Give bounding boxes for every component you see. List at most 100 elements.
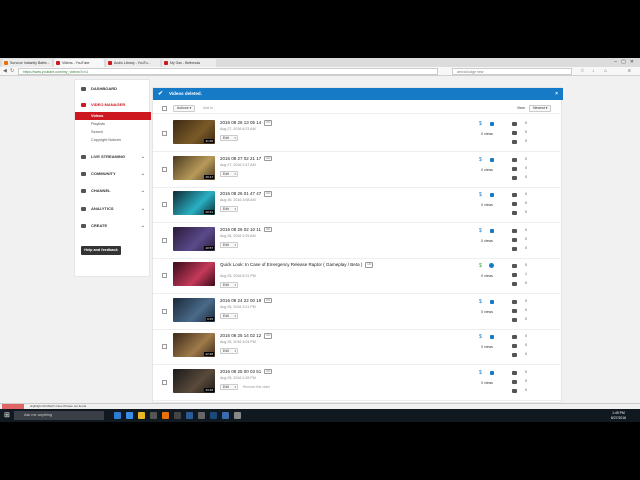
sidebar-item-channel[interactable]: CHANNEL ⌄ xyxy=(75,186,151,196)
steam-icon[interactable] xyxy=(210,412,217,419)
video-checkbox[interactable] xyxy=(162,273,167,278)
video-title[interactable]: Quick Look: In Case of Emergency Release… xyxy=(220,262,400,268)
video-title[interactable]: 2016 08 25 00 03 51 HD xyxy=(220,369,400,375)
video-thumbnail[interactable]: 29:17 xyxy=(173,155,215,180)
video-checkbox[interactable] xyxy=(162,237,167,243)
video-title[interactable]: 2016 08 26 01 47 47 HD xyxy=(220,191,400,197)
sidebar-subitem-videos[interactable]: Videos xyxy=(75,112,151,120)
video-title[interactable]: 2016 08 26 13 05 14 HD xyxy=(220,120,400,126)
edit-button[interactable]: Edit ▾ xyxy=(220,282,238,288)
actions-dropdown[interactable]: Actions ▾ xyxy=(173,105,196,112)
windows-start-icon[interactable]: ⊞ xyxy=(4,412,11,419)
app-icon[interactable] xyxy=(174,412,181,419)
app-icon[interactable] xyxy=(234,412,241,419)
edit-button[interactable]: Edit ▾ xyxy=(220,383,238,390)
monetization-icon[interactable]: $ xyxy=(479,299,482,305)
clock[interactable]: 1:49 PM 8/27/2016 xyxy=(611,411,626,420)
private-lock-icon[interactable] xyxy=(490,228,494,233)
video-checkbox[interactable] xyxy=(162,131,167,136)
app-icon[interactable] xyxy=(186,412,193,419)
sidebar-item-video-manager[interactable]: VIDEO MANAGER xyxy=(75,100,151,110)
video-thumbnail[interactable]: 23:48 xyxy=(173,368,215,393)
firefox-icon[interactable] xyxy=(162,412,169,419)
video-row[interactable]: Quick Look: In Case of Emergency Release… xyxy=(153,258,563,294)
video-row[interactable]: 29:17 2016 08 27 02 21 17 HD Aug 27, 2016… xyxy=(153,152,563,188)
video-title[interactable]: 2016 08 24 22 00 19 HD xyxy=(220,298,400,304)
video-checkbox[interactable] xyxy=(162,166,167,172)
video-thumbnail[interactable]: 31:06 xyxy=(173,120,215,144)
video-row[interactable]: 23:48 2016 08 25 00 03 51 HD Aug 25, 2016… xyxy=(153,365,563,401)
video-thumbnail[interactable]: 20:31 xyxy=(173,191,215,215)
video-title[interactable]: 2016 08 27 02 21 17 HD xyxy=(220,156,400,162)
monetization-icon[interactable]: $ xyxy=(479,192,482,198)
store-icon[interactable] xyxy=(150,412,157,419)
help-feedback-button[interactable]: Help and feedback xyxy=(81,246,121,255)
video-row[interactable]: 9:15 2016 08 24 22 00 19 HD Aug 25, 2016 … xyxy=(153,294,563,330)
download-icon[interactable]: ↓ xyxy=(592,68,595,74)
video-title[interactable]: 2016 08 25 14 02 12 HD xyxy=(220,333,400,339)
video-row[interactable]: 20:57 2016 08 26 02 10 11 HD Aug 26, 2016… xyxy=(153,223,563,259)
sidebar-item-community[interactable]: COMMUNITY ⌄ xyxy=(75,169,151,179)
url-bar[interactable]: https://www.youtube.com/my_videos?o=U xyxy=(18,68,438,75)
browser-search-input[interactable]: arrival lodge new xyxy=(452,68,572,75)
sidebar-subitem-copyright[interactable]: Copyright Notices xyxy=(75,136,151,144)
video-thumbnail[interactable]: 20:57 xyxy=(173,226,215,251)
private-lock-icon[interactable] xyxy=(490,193,494,197)
monetization-icon[interactable]: $ xyxy=(479,121,482,127)
video-checkbox[interactable] xyxy=(162,379,167,385)
sort-dropdown[interactable]: Newest ▾ xyxy=(529,105,552,112)
sidebar-subitem-playlists[interactable]: Playlists xyxy=(75,120,151,128)
sidebar-item-analytics[interactable]: ANALYTICS ⌄ xyxy=(75,204,151,214)
edit-button[interactable]: Edit ▾ xyxy=(220,312,238,319)
video-thumbnail[interactable]: 22:48 xyxy=(173,333,215,357)
monetization-icon[interactable]: $ xyxy=(479,263,482,269)
edit-button[interactable]: Edit ▾ xyxy=(220,206,238,212)
app-icon[interactable] xyxy=(222,412,229,419)
video-checkbox[interactable] xyxy=(162,344,167,349)
edit-button[interactable]: Edit ▾ xyxy=(220,170,238,177)
close-icon[interactable]: × xyxy=(555,88,558,100)
window-controls[interactable]: –▢✕ xyxy=(614,59,638,65)
private-lock-icon[interactable] xyxy=(490,335,494,339)
edit-button[interactable]: Edit ▾ xyxy=(220,135,238,141)
monetization-icon[interactable]: $ xyxy=(479,370,482,376)
remove-video-link[interactable]: Remove this video xyxy=(243,385,270,389)
video-row[interactable]: 31:06 2016 08 26 13 05 14 HD Aug 27, 2016… xyxy=(153,116,563,152)
video-row[interactable]: 20:31 2016 08 26 01 47 47 HD Aug 26, 2016… xyxy=(153,187,563,223)
explorer-icon[interactable] xyxy=(138,412,145,419)
video-checkbox[interactable] xyxy=(162,308,167,314)
public-globe-icon[interactable] xyxy=(489,263,494,268)
select-all-checkbox[interactable] xyxy=(162,106,167,111)
app-icon[interactable] xyxy=(198,412,205,419)
home-icon[interactable]: ⌂ xyxy=(604,68,607,74)
edge-icon[interactable] xyxy=(126,412,133,419)
task-view-icon[interactable] xyxy=(114,412,121,419)
private-lock-icon[interactable] xyxy=(490,122,494,126)
edit-button[interactable]: Edit ▾ xyxy=(220,348,238,354)
sidebar-item-live-streaming[interactable]: LIVE STREAMING ⌄ xyxy=(75,152,151,162)
video-thumbnail[interactable] xyxy=(173,262,215,286)
private-lock-icon[interactable] xyxy=(490,299,494,304)
monetization-icon[interactable]: $ xyxy=(479,157,482,163)
reload-icon[interactable]: ↻ xyxy=(10,68,14,74)
browser-tab[interactable]: Audio Library - YouTu... xyxy=(106,59,160,67)
video-title[interactable]: 2016 08 26 02 10 11 HD xyxy=(220,227,400,233)
private-lock-icon[interactable] xyxy=(490,157,494,162)
edit-button[interactable]: Edit ▾ xyxy=(220,241,238,248)
video-row[interactable]: 22:48 2016 08 25 14 02 12 HD Aug 25, 2016… xyxy=(153,329,563,365)
sidebar-subitem-search[interactable]: Search xyxy=(75,128,151,136)
browser-tab[interactable]: Survivor Instantly Baths - xyxy=(2,59,52,67)
add-to-button[interactable]: Add to xyxy=(203,105,213,112)
sidebar-item-create[interactable]: CREATE ⌄ xyxy=(75,221,151,231)
sidebar-item-dashboard[interactable]: DASHBOARD xyxy=(75,84,151,94)
private-lock-icon[interactable] xyxy=(490,370,494,375)
monetization-icon[interactable]: $ xyxy=(479,228,482,234)
star-icon[interactable]: ☆ xyxy=(580,68,584,74)
menu-icon[interactable]: ≡ xyxy=(628,68,631,74)
browser-tab[interactable]: My Gav - Bethesda xyxy=(162,59,216,67)
video-thumbnail[interactable]: 9:15 xyxy=(173,297,215,322)
browser-tab[interactable]: Videos - YouTube xyxy=(54,59,104,67)
video-checkbox[interactable] xyxy=(162,202,167,207)
monetization-icon[interactable]: $ xyxy=(479,334,482,340)
back-icon[interactable]: ◀ xyxy=(3,68,7,74)
